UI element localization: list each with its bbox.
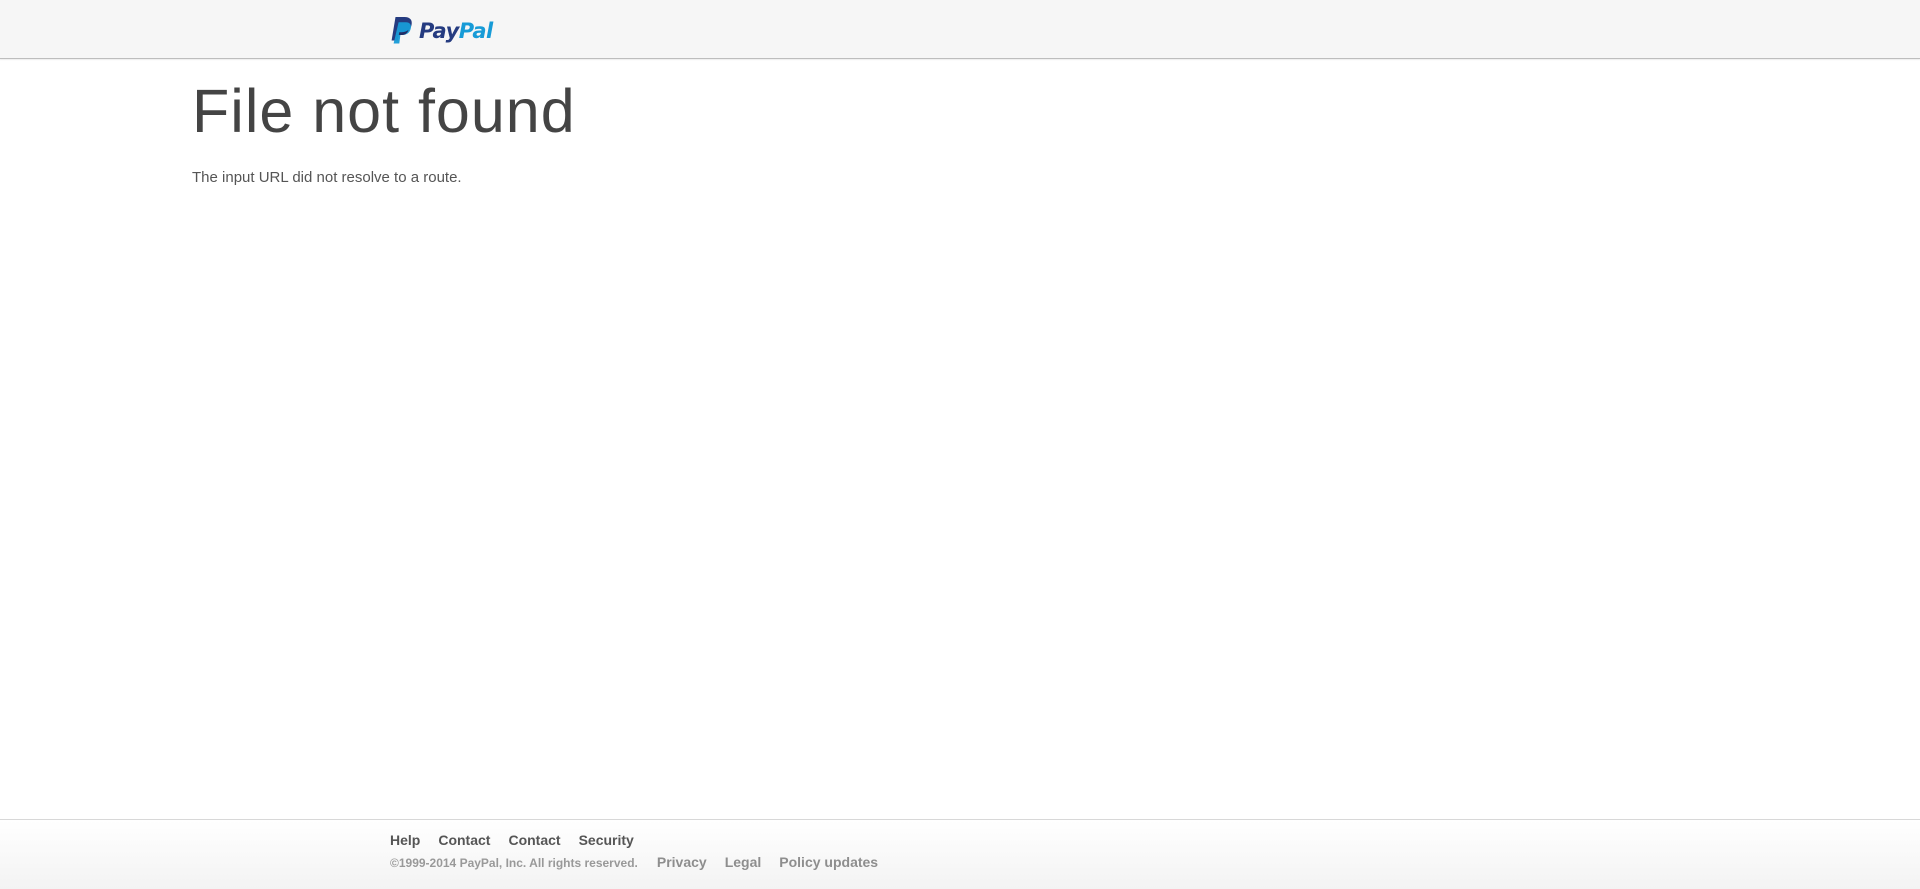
footer-secondary-links: ©1999-2014 PayPal, Inc. All rights reser… [390, 853, 896, 872]
footer-link-privacy[interactable]: Privacy [657, 853, 707, 871]
paypal-logo[interactable]: PayPal [389, 17, 493, 45]
site-footer: Help Contact Contact Security ©1999-2014… [0, 819, 1920, 889]
wordmark-pal: Pal [458, 19, 493, 43]
footer-link-policy-updates[interactable]: Policy updates [779, 853, 878, 871]
footer-link-legal[interactable]: Legal [725, 853, 762, 871]
site-header: PayPal [0, 0, 1920, 59]
wordmark-pay: Pay [419, 19, 459, 43]
error-message: The input URL did not resolve to a route… [192, 169, 462, 186]
footer-link-contact[interactable]: Contact [438, 831, 490, 849]
copyright-text: ©1999-2014 PayPal, Inc. All rights reser… [390, 856, 638, 870]
footer-link-contact-2[interactable]: Contact [508, 831, 560, 849]
footer-link-help[interactable]: Help [390, 831, 420, 849]
page-title: File not found [192, 77, 576, 145]
paypal-wordmark: PayPal [419, 17, 493, 45]
paypal-logo-icon [391, 17, 412, 44]
footer-link-security[interactable]: Security [579, 831, 634, 849]
footer-primary-links: Help Contact Contact Security [390, 831, 652, 849]
